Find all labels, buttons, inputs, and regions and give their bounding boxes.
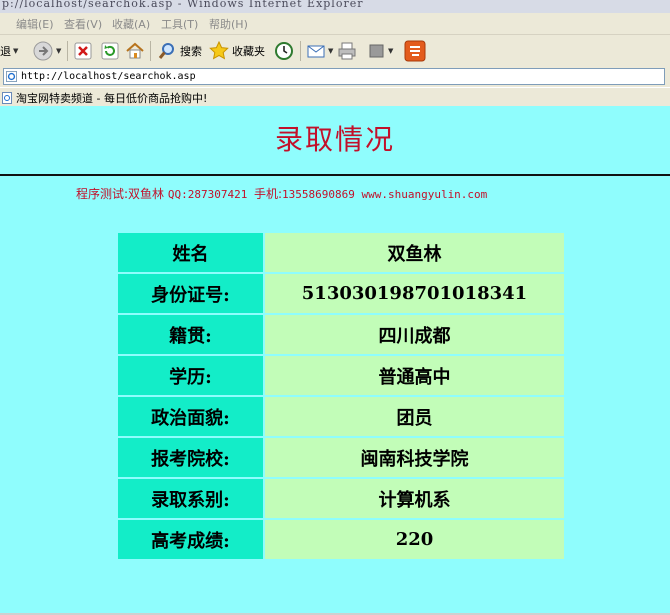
back-dropdown-icon[interactable]: ▼ <box>13 47 18 55</box>
table-row: 政治面貌: 团员 <box>118 397 564 436</box>
menu-bar: 编辑(E) 查看(V) 收藏(A) 工具(T) 帮助(H) <box>0 13 670 35</box>
row-label: 政治面貌: <box>118 397 263 436</box>
row-value: 四川成都 <box>265 315 564 354</box>
links-item-taobao[interactable]: 淘宝网特卖频道 - 每日低价商品抢购中! <box>2 90 207 106</box>
messenger-icon <box>404 40 426 62</box>
table-row: 身份证号: 513030198701018341 <box>118 274 564 313</box>
favorites-button[interactable]: 收藏夹 <box>209 37 265 65</box>
edit-page-button[interactable]: ▼ <box>368 37 393 65</box>
title-divider <box>0 174 670 176</box>
search-button[interactable]: 搜索 <box>157 37 202 65</box>
credit-contact: QQ:287307421 <box>167 188 254 201</box>
forward-arrow-icon <box>33 41 53 61</box>
search-label: 搜索 <box>180 45 202 58</box>
refresh-icon <box>101 42 119 60</box>
page-content: 录取情况 程序测试:双鱼林 QQ:287307421 手机:1355869086… <box>0 106 670 615</box>
menu-edit[interactable]: 编辑(E) <box>16 16 54 32</box>
print-button[interactable] <box>337 37 357 65</box>
credit-phone: 13558690869 www.shuangyulin.com <box>282 188 488 201</box>
row-value: 513030198701018341 <box>265 274 564 313</box>
row-value: 220 <box>265 520 564 559</box>
row-value: 双鱼林 <box>265 233 564 272</box>
row-label: 身份证号: <box>118 274 263 313</box>
table-row: 籍贯: 四川成都 <box>118 315 564 354</box>
table-row: 录取系别: 计算机系 <box>118 479 564 518</box>
table-row: 高考成绩: 220 <box>118 520 564 559</box>
table-row: 学历: 普通高中 <box>118 356 564 395</box>
toolbar-separator <box>67 41 68 61</box>
edit-dropdown-icon[interactable]: ▼ <box>388 47 393 55</box>
mail-icon <box>307 45 325 58</box>
row-label: 高考成绩: <box>118 520 263 559</box>
star-icon <box>209 41 229 60</box>
search-icon <box>158 43 174 59</box>
back-label: 退 <box>0 45 11 58</box>
home-icon <box>126 42 144 59</box>
menu-help[interactable]: 帮助(H) <box>209 16 248 32</box>
row-label: 姓名 <box>118 233 263 272</box>
row-label: 学历: <box>118 356 263 395</box>
mail-dropdown-icon[interactable]: ▼ <box>328 47 333 55</box>
row-value: 闽南科技学院 <box>265 438 564 477</box>
address-url[interactable]: http://localhost/searchok.asp <box>21 71 196 82</box>
ie-page-icon <box>6 71 17 82</box>
credit-prefix: 程序测试:双鱼林 <box>76 187 168 201</box>
links-item-label: 淘宝网特卖频道 - 每日低价商品抢购中! <box>16 92 208 105</box>
history-button[interactable] <box>274 37 294 65</box>
home-button[interactable] <box>125 37 145 65</box>
row-label: 报考院校: <box>118 438 263 477</box>
table-row: 姓名 双鱼林 <box>118 233 564 272</box>
admission-table: 姓名 双鱼林 身份证号: 513030198701018341 籍贯: 四川成都… <box>116 231 566 561</box>
row-label: 录取系别: <box>118 479 263 518</box>
menu-view[interactable]: 查看(V) <box>64 16 102 32</box>
links-bar: 淘宝网特卖频道 - 每日低价商品抢购中! <box>0 87 670 107</box>
edit-page-icon <box>369 44 384 58</box>
row-value: 普通高中 <box>265 356 564 395</box>
forward-dropdown-icon[interactable]: ▼ <box>56 47 61 55</box>
back-button[interactable]: 退 ▼ <box>0 37 18 65</box>
messenger-button[interactable] <box>404 37 426 65</box>
toolbar-separator <box>300 41 301 61</box>
menu-tools[interactable]: 工具(T) <box>161 16 198 32</box>
row-value: 团员 <box>265 397 564 436</box>
address-field[interactable]: http://localhost/searchok.asp <box>3 68 665 85</box>
favorites-label: 收藏夹 <box>232 45 265 58</box>
row-value: 计算机系 <box>265 479 564 518</box>
printer-icon <box>338 42 356 60</box>
stop-button[interactable] <box>74 37 92 65</box>
toolbar-separator <box>150 41 151 61</box>
page-title: 录取情况 <box>274 123 395 156</box>
history-clock-icon <box>275 42 293 60</box>
address-bar: http://localhost/searchok.asp <box>0 67 670 87</box>
window-title-bar: p://localhost/searchok.asp - Windows Int… <box>0 0 670 13</box>
window-title: p://localhost/searchok.asp - Windows Int… <box>2 0 364 10</box>
table-row: 报考院校: 闽南科技学院 <box>118 438 564 477</box>
forward-button[interactable]: ▼ <box>32 37 61 65</box>
mail-button[interactable]: ▼ <box>306 37 333 65</box>
refresh-button[interactable] <box>101 37 119 65</box>
menu-favorites[interactable]: 收藏(A) <box>112 16 150 32</box>
stop-icon <box>74 42 92 60</box>
credit-phone-label: 手机: <box>253 187 282 201</box>
toolbar: 退 ▼ ▼ 搜索 收藏夹 ▼ ▼ <box>0 35 670 68</box>
credit-line: 程序测试:双鱼林 QQ:287307421 手机:13558690869 www… <box>76 185 487 202</box>
page-icon <box>2 92 12 104</box>
row-label: 籍贯: <box>118 315 263 354</box>
